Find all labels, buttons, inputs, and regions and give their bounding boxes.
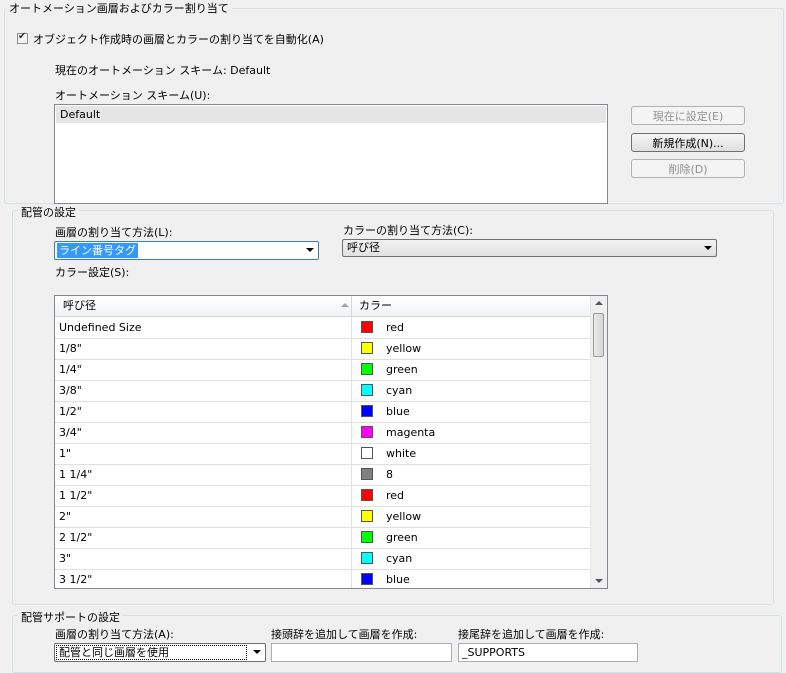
sort-ascending-icon bbox=[341, 303, 349, 307]
automation-group-title: オートメーション画層およびカラー割り当て bbox=[6, 0, 232, 16]
table-row[interactable]: 2" yellow bbox=[55, 506, 592, 528]
table-row[interactable]: 1/8" yellow bbox=[55, 338, 592, 360]
table-row[interactable]: 3" cyan bbox=[55, 548, 592, 570]
color-swatch[interactable] bbox=[361, 447, 373, 459]
color-settings-grid[interactable]: 呼び径 カラー Undefined Size red 1/8" yellow 1/4" g… bbox=[54, 295, 608, 589]
header-divider bbox=[351, 296, 352, 316]
color-method-dropdown[interactable]: 呼び径 bbox=[342, 239, 717, 257]
size-cell: 1/8" bbox=[59, 342, 82, 355]
color-name-cell[interactable]: blue bbox=[386, 401, 410, 422]
scheme-list-item-label: Default bbox=[60, 108, 101, 121]
color-swatch[interactable] bbox=[361, 342, 373, 354]
color-name-cell[interactable]: yellow bbox=[386, 338, 421, 359]
color-swatch[interactable] bbox=[361, 426, 373, 438]
chevron-down-icon[interactable] bbox=[306, 248, 314, 252]
color-name-cell[interactable]: yellow bbox=[386, 506, 421, 527]
table-row[interactable]: 3/8" cyan bbox=[55, 380, 592, 402]
color-swatch[interactable] bbox=[361, 552, 373, 564]
layer-method-label: 画層の割り当て方法(L): bbox=[55, 226, 173, 239]
table-row[interactable]: 2 1/2" green bbox=[55, 527, 592, 549]
color-swatch[interactable] bbox=[361, 321, 373, 333]
color-name-cell[interactable]: blue bbox=[386, 569, 410, 588]
size-cell: 1" bbox=[59, 447, 72, 460]
suffix-label: 接尾辞を追加して画層を作成: bbox=[458, 628, 605, 641]
color-name-cell[interactable]: cyan bbox=[386, 380, 412, 401]
table-row[interactable]: Undefined Size red bbox=[55, 317, 592, 339]
column-divider bbox=[351, 316, 352, 588]
color-swatch[interactable] bbox=[361, 573, 373, 585]
table-row[interactable]: 1/4" green bbox=[55, 359, 592, 381]
new-scheme-button[interactable]: 新規作成(N)... bbox=[631, 133, 745, 152]
column-header-size[interactable]: 呼び径 bbox=[63, 296, 96, 315]
column-header-color[interactable]: カラー bbox=[359, 296, 392, 315]
support-layer-method-label: 画層の割り当て方法(A): bbox=[55, 628, 174, 641]
auto-assign-checkbox[interactable]: ✔ bbox=[17, 31, 28, 44]
color-name-cell[interactable]: magenta bbox=[386, 422, 435, 443]
color-name-cell[interactable]: red bbox=[386, 485, 404, 506]
delete-scheme-button[interactable]: 削除(D) bbox=[631, 159, 745, 178]
grid-vertical-scrollbar[interactable] bbox=[590, 296, 607, 588]
support-layer-method-dropdown[interactable]: 配管と同じ画層を使用 bbox=[54, 643, 266, 662]
size-cell: 2 1/2" bbox=[59, 531, 93, 544]
scheme-list-item[interactable]: Default bbox=[56, 106, 606, 123]
color-settings-label: カラー設定(S): bbox=[55, 266, 130, 279]
checkmark-icon: ✔ bbox=[18, 31, 27, 42]
size-cell: 3 1/2" bbox=[59, 573, 93, 586]
color-name-cell[interactable]: red bbox=[386, 317, 404, 338]
chevron-down-icon[interactable] bbox=[253, 650, 261, 654]
prefix-input[interactable] bbox=[271, 643, 452, 662]
table-row[interactable]: 3 1/2" blue bbox=[55, 569, 592, 588]
color-name-cell[interactable]: white bbox=[386, 443, 416, 464]
pipe-support-title: 配管サポートの設定 bbox=[18, 609, 123, 625]
pipe-settings-title: 配管の設定 bbox=[18, 204, 79, 220]
layer-method-value: ライン番号タグ bbox=[57, 243, 138, 258]
color-method-value: 呼び径 bbox=[347, 241, 380, 254]
size-cell: 3/4" bbox=[59, 426, 82, 439]
size-cell: 1 1/2" bbox=[59, 489, 93, 502]
support-layer-method-value: 配管と同じ画層を使用 bbox=[56, 645, 247, 660]
size-cell: Undefined Size bbox=[59, 321, 142, 334]
color-swatch[interactable] bbox=[361, 531, 373, 543]
color-swatch[interactable] bbox=[361, 468, 373, 480]
size-cell: 3/8" bbox=[59, 384, 82, 397]
color-name-cell[interactable]: 8 bbox=[386, 464, 393, 485]
color-name-cell[interactable]: green bbox=[386, 359, 418, 380]
table-row[interactable]: 1 1/2" red bbox=[55, 485, 592, 507]
layer-method-dropdown[interactable]: ライン番号タグ bbox=[54, 241, 319, 260]
suffix-input[interactable]: _SUPPORTS bbox=[458, 643, 638, 662]
set-current-button[interactable]: 現在に設定(E) bbox=[631, 106, 745, 125]
scroll-up-icon[interactable] bbox=[595, 301, 603, 305]
scheme-listbox[interactable]: Default bbox=[54, 104, 608, 204]
table-row[interactable]: 1 1/4" 8 bbox=[55, 464, 592, 486]
table-row[interactable]: 1" white bbox=[55, 443, 592, 465]
color-name-cell[interactable]: green bbox=[386, 527, 418, 548]
table-row[interactable]: 1/2" blue bbox=[55, 401, 592, 423]
grid-header: 呼び径 カラー bbox=[55, 296, 592, 317]
size-cell: 1/2" bbox=[59, 405, 82, 418]
size-cell: 2" bbox=[59, 510, 72, 523]
auto-assign-label[interactable]: オブジェクト作成時の画層とカラーの割り当てを自動化(A) bbox=[33, 31, 324, 47]
size-cell: 1 1/4" bbox=[59, 468, 93, 481]
suffix-value: _SUPPORTS bbox=[462, 646, 526, 659]
size-cell: 1/4" bbox=[59, 363, 82, 376]
prefix-label: 接頭辞を追加して画層を作成: bbox=[271, 628, 418, 641]
scheme-list-label: オートメーション スキーム(U): bbox=[55, 89, 211, 102]
color-method-label: カラーの割り当て方法(C): bbox=[343, 224, 473, 237]
table-row[interactable]: 3/4" magenta bbox=[55, 422, 592, 444]
current-scheme-label: 現在のオートメーション スキーム: Default bbox=[55, 64, 271, 77]
color-swatch[interactable] bbox=[361, 363, 373, 375]
chevron-down-icon[interactable] bbox=[704, 246, 712, 250]
color-swatch[interactable] bbox=[361, 510, 373, 522]
scroll-thumb[interactable] bbox=[593, 313, 604, 357]
color-swatch[interactable] bbox=[361, 489, 373, 501]
size-cell: 3" bbox=[59, 552, 72, 565]
color-swatch[interactable] bbox=[361, 405, 373, 417]
color-name-cell[interactable]: cyan bbox=[386, 548, 412, 569]
color-swatch[interactable] bbox=[361, 384, 373, 396]
scroll-down-icon[interactable] bbox=[595, 579, 603, 583]
